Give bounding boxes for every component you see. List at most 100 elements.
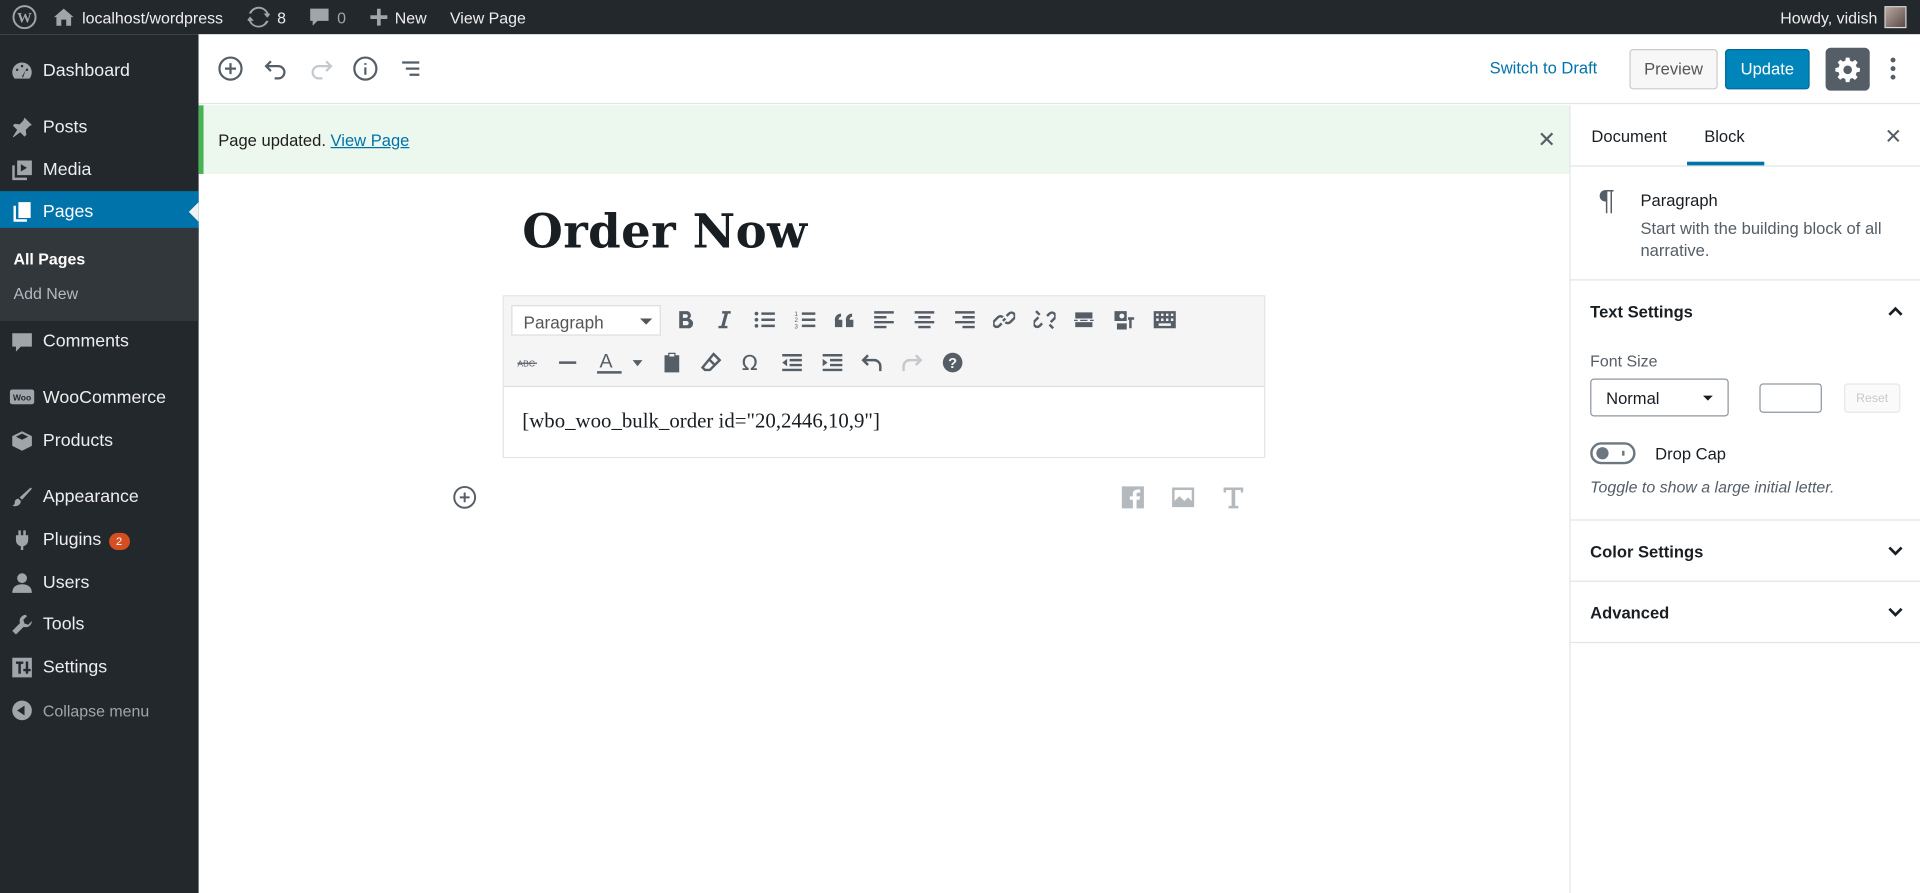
text-settings-toggle[interactable]: Text Settings [1590,303,1693,321]
post-title[interactable]: Order Now [522,203,807,258]
numbered-list-icon[interactable]: 123 [792,306,819,333]
horizontal-line-icon[interactable] [554,349,581,376]
custom-font-size-input[interactable] [1759,383,1822,413]
color-settings-toggle[interactable]: Color Settings [1590,543,1703,561]
switch-to-draft-button[interactable]: Switch to Draft [1490,59,1598,77]
menu-item-users[interactable]: Users [0,562,199,604]
special-character-icon[interactable]: Ω [738,349,765,376]
align-left-icon[interactable] [870,306,897,333]
drop-cap-label: Drop Cap [1655,444,1727,464]
plug-icon [10,528,35,552]
add-block-button[interactable] [213,51,247,85]
undo-button[interactable] [259,51,293,85]
menu-item-comments[interactable]: Comments [0,321,199,363]
bullet-list-icon[interactable] [752,306,779,333]
image-block-icon[interactable] [1171,485,1196,509]
plugins-update-badge: 2 [108,532,130,551]
notice-text: Page updated. View Page [218,131,409,149]
collapse-menu-button[interactable]: Collapse menu [0,690,199,732]
paste-as-text-icon[interactable] [658,349,685,376]
keyboard-toolbar-toggle-icon[interactable] [1151,306,1178,333]
menu-item-woocommerce[interactable]: Woo WooCommerce [0,377,199,419]
svg-text:Woo: Woo [13,393,31,403]
italic-icon[interactable] [711,306,738,333]
classic-toolbar: Paragraph 123 ABC A Ω ? [503,296,1265,388]
advanced-toggle[interactable]: Advanced [1590,604,1669,622]
close-sidebar-icon[interactable]: ✕ [1884,125,1901,149]
content-info-button[interactable] [348,51,382,85]
view-page-link[interactable]: View Page [450,0,526,34]
new-label: New [394,7,427,27]
strikethrough-icon[interactable]: ABC [514,349,541,376]
clear-formatting-icon[interactable] [698,349,725,376]
facebook-embed-icon[interactable] [1121,485,1146,509]
chevron-down-icon[interactable] [1887,604,1904,621]
preview-button[interactable]: Preview [1629,48,1718,90]
comments-link[interactable]: 0 [309,0,346,34]
menu-item-plugins[interactable]: Plugins 2 [0,519,199,561]
menu-item-media[interactable]: Media [0,149,199,191]
toolbar-redo-icon[interactable] [899,349,926,376]
view-page-label: View Page [449,7,526,27]
align-right-icon[interactable] [951,306,978,333]
tab-block[interactable]: Block [1704,127,1744,145]
menu-item-pages[interactable]: Pages [0,191,199,233]
chevron-up-icon[interactable] [1887,303,1904,320]
admin-menu: Dashboard Posts Media Pages All Pages Ad… [0,34,199,893]
wordpress-logo-icon[interactable]: W [12,0,37,34]
menu-label-settings: Settings [42,657,108,678]
block-navigation-button[interactable] [394,51,428,85]
read-more-icon[interactable] [1070,306,1097,333]
menu-label-woocommerce: WooCommerce [42,388,167,408]
updates-link[interactable]: 8 [247,0,286,34]
toolbar-undo-icon[interactable] [858,349,885,376]
drop-cap-toggle[interactable] [1590,442,1636,465]
menu-item-products[interactable]: Products [0,420,199,462]
unlink-icon[interactable] [1031,306,1058,333]
inline-inserter-button[interactable] [452,485,477,509]
add-media-icon[interactable] [1111,306,1138,333]
blockquote-icon[interactable] [831,306,858,333]
new-content-link[interactable]: New [370,0,427,34]
classic-block: Paragraph 123 ABC A Ω ? [wbo_woo_bulk_or… [502,295,1266,459]
site-name-link[interactable]: localhost/wordpress [53,0,223,34]
notice-view-page-link[interactable]: View Page [331,131,410,149]
heading-block-icon[interactable] [1221,485,1246,509]
redo-button[interactable] [304,51,338,85]
menu-label-media: Media [42,160,92,181]
more-options-button[interactable] [1883,51,1903,85]
chevron-down-icon[interactable] [1887,543,1904,560]
menu-item-appearance[interactable]: Appearance [0,477,199,519]
help-icon[interactable]: ? [939,349,966,376]
menu-item-posts[interactable]: Posts [0,107,199,149]
shortcode-text[interactable]: [wbo_woo_bulk_order id="20,2446,10,9"] [522,409,880,433]
format-select[interactable]: Paragraph [511,305,661,336]
text-color-icon[interactable]: A [595,349,646,376]
link-icon[interactable] [991,306,1018,333]
tab-document[interactable]: Document [1591,127,1666,145]
settings-sliders-icon [10,655,35,679]
collapse-menu-label: Collapse menu [42,701,150,720]
menu-label-tools: Tools [42,614,85,635]
submenu-all-pages[interactable]: All Pages [13,250,85,268]
advanced-panel: Advanced [1570,582,1920,644]
font-size-select[interactable]: Normal [1590,378,1729,417]
settings-toggle-button[interactable] [1825,47,1870,91]
notice-close-icon[interactable]: ✕ [1537,129,1556,151]
indent-icon[interactable] [819,349,846,376]
comment-bubble-icon [309,7,330,27]
block-name: Paragraph [1640,191,1718,210]
bold-icon[interactable] [672,306,699,333]
submenu-add-new[interactable]: Add New [13,284,78,302]
outdent-icon[interactable] [779,349,806,376]
update-button[interactable]: Update [1725,48,1810,90]
menu-item-settings[interactable]: Settings [0,647,199,689]
font-size-reset-button[interactable]: Reset [1843,383,1901,413]
menu-item-tools[interactable]: Tools [0,604,199,646]
format-select-value: Paragraph [523,312,604,332]
collapse-arrow-icon [10,698,35,722]
block-card: ¶ Paragraph Start with the building bloc… [1570,167,1920,281]
menu-item-dashboard[interactable]: Dashboard [0,50,199,92]
align-center-icon[interactable] [911,306,938,333]
my-account[interactable]: Howdy, vidish [1780,0,1907,34]
